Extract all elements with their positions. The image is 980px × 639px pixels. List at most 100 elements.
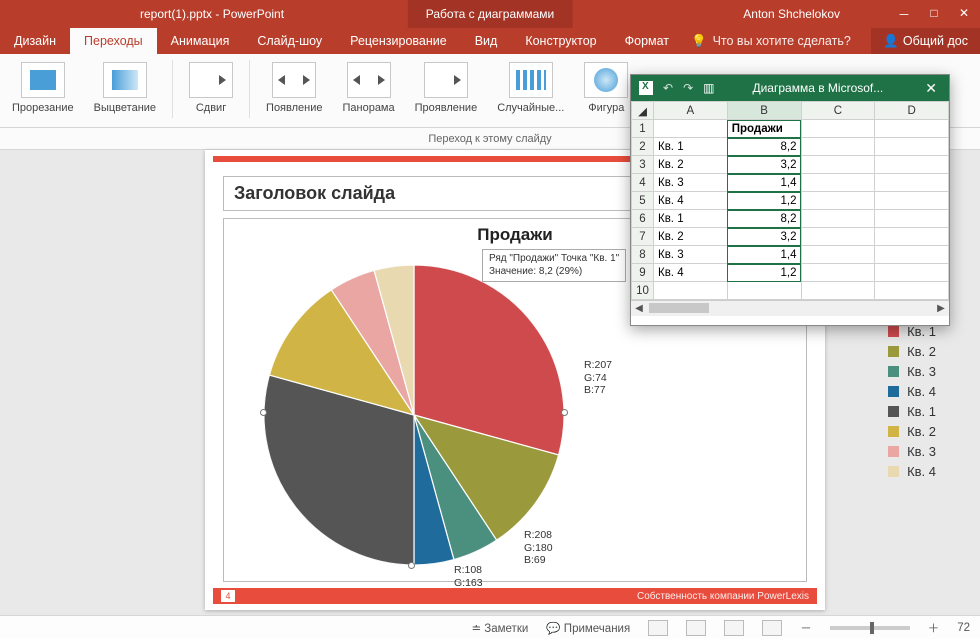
- cell[interactable]: [875, 264, 949, 282]
- zoom-knob[interactable]: [870, 622, 874, 634]
- cell[interactable]: 1,2: [727, 192, 801, 210]
- legend-item[interactable]: Кв. 1: [888, 404, 936, 419]
- cell[interactable]: [801, 192, 875, 210]
- row-header[interactable]: 3: [632, 156, 654, 174]
- cell[interactable]: Кв. 2: [654, 228, 728, 246]
- scroll-track[interactable]: [647, 301, 933, 316]
- comments-button[interactable]: 💬 Примечания: [546, 621, 630, 635]
- resize-handle[interactable]: [260, 409, 267, 416]
- pie-chart[interactable]: [264, 265, 564, 565]
- cell[interactable]: Кв. 4: [654, 264, 728, 282]
- cell[interactable]: 1,2: [727, 264, 801, 282]
- cell[interactable]: Кв. 3: [654, 174, 728, 192]
- cell[interactable]: [801, 120, 875, 138]
- cell[interactable]: 8,2: [727, 210, 801, 228]
- row-header[interactable]: 8: [632, 246, 654, 264]
- zoom-slider[interactable]: [830, 626, 910, 630]
- row-header[interactable]: 2: [632, 138, 654, 156]
- normal-view-button[interactable]: [648, 620, 668, 636]
- cell[interactable]: Кв. 3: [654, 246, 728, 264]
- cell[interactable]: [801, 228, 875, 246]
- cell[interactable]: Кв. 2: [654, 156, 728, 174]
- select-all-cell[interactable]: ◢: [632, 102, 654, 120]
- cell[interactable]: [801, 282, 875, 300]
- slideshow-view-button[interactable]: [762, 620, 782, 636]
- cell[interactable]: [875, 228, 949, 246]
- transition-shape[interactable]: Фигура: [576, 60, 636, 116]
- redo-button[interactable]: ↷: [683, 81, 693, 95]
- transition-fade[interactable]: Выцветание: [86, 60, 164, 116]
- maximize-button[interactable]: □: [924, 6, 944, 23]
- excel-row[interactable]: 10: [632, 282, 949, 300]
- close-button[interactable]: ✕: [954, 6, 974, 23]
- zoom-out-button[interactable]: －: [800, 620, 812, 636]
- col-header-b[interactable]: B: [727, 102, 801, 120]
- excel-row[interactable]: 7Кв. 23,2: [632, 228, 949, 246]
- cell[interactable]: [801, 246, 875, 264]
- notes-button[interactable]: ≐ Заметки: [471, 621, 528, 635]
- legend-item[interactable]: Кв. 1: [888, 324, 936, 339]
- legend-item[interactable]: Кв. 2: [888, 424, 936, 439]
- excel-grid[interactable]: ◢ A B C D 1Продажи2Кв. 18,23Кв. 23,24Кв.…: [631, 101, 949, 300]
- scroll-right-button[interactable]: ▶: [933, 301, 949, 316]
- excel-row[interactable]: 1Продажи: [632, 120, 949, 138]
- cell[interactable]: Кв. 1: [654, 138, 728, 156]
- legend-item[interactable]: Кв. 4: [888, 464, 936, 479]
- row-header[interactable]: 7: [632, 228, 654, 246]
- transition-random-bars[interactable]: Случайные...: [489, 60, 572, 116]
- transition-split[interactable]: Панорама: [334, 60, 402, 116]
- cell[interactable]: [801, 174, 875, 192]
- transition-reveal[interactable]: Проявление: [407, 60, 486, 116]
- excel-row[interactable]: 9Кв. 41,2: [632, 264, 949, 282]
- excel-row[interactable]: 2Кв. 18,2: [632, 138, 949, 156]
- cell[interactable]: [801, 138, 875, 156]
- cell[interactable]: 1,4: [727, 246, 801, 264]
- tab-animation[interactable]: Анимация: [157, 28, 244, 54]
- col-header-d[interactable]: D: [875, 102, 949, 120]
- legend-item[interactable]: Кв. 4: [888, 384, 936, 399]
- cell[interactable]: Кв. 4: [654, 192, 728, 210]
- reading-view-button[interactable]: [724, 620, 744, 636]
- transition-wipe[interactable]: Появление: [258, 60, 330, 116]
- row-header[interactable]: 5: [632, 192, 654, 210]
- legend-item[interactable]: Кв. 2: [888, 344, 936, 359]
- undo-button[interactable]: ↶: [663, 81, 673, 95]
- resize-handle[interactable]: [408, 562, 415, 569]
- cell[interactable]: [875, 174, 949, 192]
- user-name[interactable]: Anton Shchelokov: [743, 7, 840, 21]
- zoom-value[interactable]: 72: [957, 622, 970, 634]
- row-header[interactable]: 10: [632, 282, 654, 300]
- excel-row[interactable]: 8Кв. 31,4: [632, 246, 949, 264]
- cell[interactable]: [875, 246, 949, 264]
- cell[interactable]: [727, 282, 801, 300]
- tell-me-search[interactable]: 💡 Что вы хотите сделать?: [691, 28, 851, 54]
- tab-chart-format[interactable]: Формат: [611, 28, 683, 54]
- excel-row[interactable]: 3Кв. 23,2: [632, 156, 949, 174]
- excel-row[interactable]: 5Кв. 41,2: [632, 192, 949, 210]
- col-header-a[interactable]: A: [654, 102, 728, 120]
- tab-review[interactable]: Рецензирование: [336, 28, 461, 54]
- legend-item[interactable]: Кв. 3: [888, 364, 936, 379]
- zoom-in-button[interactable]: ＋: [928, 620, 940, 636]
- legend-item[interactable]: Кв. 3: [888, 444, 936, 459]
- cell[interactable]: [875, 138, 949, 156]
- chart-legend[interactable]: Кв. 1 Кв. 2 Кв. 3 Кв. 4 Кв. 1 Кв. 2 Кв. 3 Кв. 4: [888, 319, 936, 484]
- excel-hscroll[interactable]: ◀ ▶: [631, 300, 949, 316]
- cell[interactable]: 1,4: [727, 174, 801, 192]
- minimize-button[interactable]: －: [894, 6, 914, 23]
- cell[interactable]: Продажи: [727, 120, 801, 138]
- tab-chart-design[interactable]: Конструктор: [511, 28, 610, 54]
- cell[interactable]: Кв. 1: [654, 210, 728, 228]
- cell[interactable]: [801, 264, 875, 282]
- excel-close-button[interactable]: ✕: [921, 80, 941, 97]
- cell[interactable]: 3,2: [727, 228, 801, 246]
- col-header-c[interactable]: C: [801, 102, 875, 120]
- cell[interactable]: 3,2: [727, 156, 801, 174]
- tab-design[interactable]: Дизайн: [0, 28, 70, 54]
- row-header[interactable]: 6: [632, 210, 654, 228]
- cell[interactable]: [875, 282, 949, 300]
- cell[interactable]: [654, 282, 728, 300]
- row-header[interactable]: 4: [632, 174, 654, 192]
- tab-view[interactable]: Вид: [461, 28, 512, 54]
- cell[interactable]: [875, 210, 949, 228]
